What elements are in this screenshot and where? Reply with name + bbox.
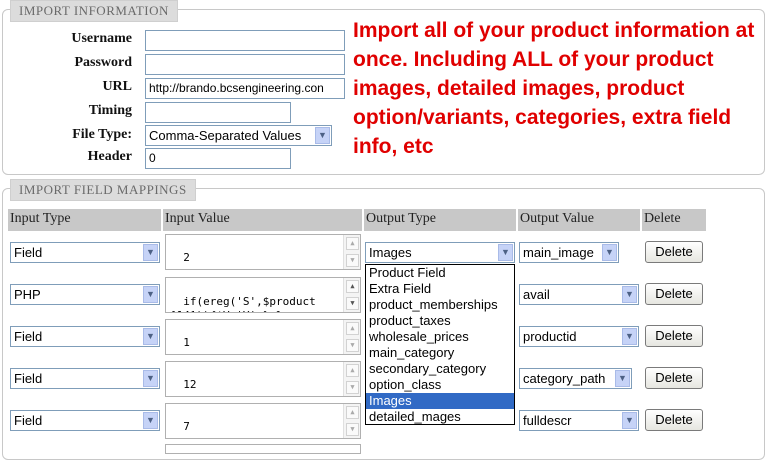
username-label: Username	[71, 31, 132, 46]
output-value-value: avail	[523, 287, 550, 302]
input-type-value: Field	[14, 245, 43, 260]
dropdown-option[interactable]: option_class	[366, 377, 514, 393]
input-value-text: 12	[183, 378, 197, 391]
input-type-value: Field	[14, 329, 43, 344]
scrollbar[interactable]: ▲ ▼	[343, 278, 360, 312]
password-label: Password	[74, 55, 132, 70]
chevron-down-icon: ▼	[143, 286, 158, 303]
dropdown-option[interactable]: main_category	[366, 345, 514, 361]
chevron-down-icon: ▼	[143, 370, 158, 387]
output-value-select[interactable]: main_image ▼	[519, 242, 619, 263]
delete-button[interactable]: Delete	[645, 241, 703, 263]
dropdown-option[interactable]: product_taxes	[366, 313, 514, 329]
file-type-select[interactable]: Comma-Separated Values ▼	[145, 125, 332, 146]
url-field[interactable]: http://brando.bcsengineering.con	[145, 78, 345, 99]
dropdown-option[interactable]: secondary_category	[366, 361, 514, 377]
import-information-legend: IMPORT INFORMATION	[10, 0, 178, 22]
chevron-down-icon: ▼	[143, 328, 158, 345]
file-type-value: Comma-Separated Values	[149, 128, 302, 143]
input-value-textarea[interactable]: 2 ▲ ▼	[165, 234, 361, 270]
chevron-down-icon: ▼	[498, 244, 513, 261]
output-value-value: productid	[523, 329, 577, 344]
input-value-textarea[interactable]	[165, 444, 361, 454]
scroll-down-icon[interactable]: ▼	[346, 297, 359, 310]
output-value-select[interactable]: avail ▼	[519, 284, 639, 305]
scroll-down-icon[interactable]: ▼	[346, 381, 359, 394]
output-value-select[interactable]: fulldescr ▼	[519, 410, 639, 431]
header-output-type: Output Type	[364, 209, 516, 231]
timing-label: Timing	[88, 103, 132, 118]
input-value-textarea[interactable]: 12 ▲ ▼	[165, 361, 361, 397]
dropdown-option[interactable]: product_memberships	[366, 297, 514, 313]
scroll-down-icon[interactable]: ▼	[346, 339, 359, 352]
input-type-value: Field	[14, 371, 43, 386]
input-value-textarea[interactable]: 1 ▲ ▼	[165, 319, 361, 355]
scroll-up-icon[interactable]: ▲	[346, 237, 359, 250]
scrollbar[interactable]: ▲ ▼	[343, 320, 360, 354]
chevron-down-icon: ▼	[615, 370, 630, 387]
scroll-up-icon[interactable]: ▲	[346, 364, 359, 377]
delete-button[interactable]: Delete	[645, 325, 703, 347]
delete-button[interactable]: Delete	[645, 283, 703, 305]
input-type-value: PHP	[14, 287, 41, 302]
output-value-select[interactable]: category_path ▼	[519, 368, 632, 389]
header-label: Header	[87, 149, 132, 164]
scrollbar[interactable]: ▲ ▼	[343, 235, 360, 269]
promo-text: Import all of your product information a…	[353, 19, 755, 158]
header-field[interactable]: 0	[145, 148, 291, 169]
file-type-label: File Type:	[72, 127, 132, 142]
dropdown-option[interactable]: wholesale_prices	[366, 329, 514, 345]
output-type-select[interactable]: Images ▼	[365, 242, 515, 263]
chevron-down-icon: ▼	[315, 127, 330, 144]
input-value-textarea[interactable]: 7 ▲ ▼	[165, 403, 361, 439]
header-output-value: Output Value	[518, 209, 640, 231]
chevron-down-icon: ▼	[143, 244, 158, 261]
input-value-text: 7	[183, 420, 190, 433]
timing-field[interactable]	[145, 102, 291, 123]
chevron-down-icon: ▼	[602, 244, 617, 261]
output-type-dropdown-list[interactable]: Product Field Extra Field product_member…	[365, 264, 515, 425]
input-type-select[interactable]: PHP ▼	[10, 284, 160, 305]
output-value-select[interactable]: productid ▼	[519, 326, 639, 347]
password-field[interactable]	[145, 54, 345, 75]
input-value-text: 1	[183, 336, 190, 349]
scroll-down-icon[interactable]: ▼	[346, 423, 359, 436]
input-type-value: Field	[14, 413, 43, 428]
dropdown-option[interactable]: detailed_mages	[366, 409, 514, 425]
header-delete: Delete	[642, 209, 706, 231]
output-type-value: Images	[369, 245, 412, 260]
chevron-down-icon: ▼	[622, 328, 637, 345]
delete-button[interactable]: Delete	[645, 409, 703, 431]
input-type-select[interactable]: Field ▼	[10, 368, 160, 389]
scrollbar[interactable]: ▲ ▼	[343, 404, 360, 438]
scroll-up-icon[interactable]: ▲	[346, 322, 359, 335]
username-field[interactable]	[145, 30, 345, 51]
chevron-down-icon: ▼	[622, 286, 637, 303]
input-value-text: if(ereg('S',$product [14])){$V='Y';}else	[170, 295, 316, 312]
chevron-down-icon: ▼	[143, 412, 158, 429]
import-field-mappings-legend: IMPORT FIELD MAPPINGS	[10, 179, 196, 201]
chevron-down-icon: ▼	[622, 412, 637, 429]
scrollbar[interactable]: ▲ ▼	[343, 362, 360, 396]
output-value-value: main_image	[523, 245, 594, 260]
input-type-select[interactable]: Field ▼	[10, 410, 160, 431]
scroll-down-icon[interactable]: ▼	[346, 254, 359, 267]
output-value-value: fulldescr	[523, 413, 572, 428]
header-input-type: Input Type	[8, 209, 161, 231]
dropdown-option[interactable]: Extra Field	[366, 281, 514, 297]
input-type-select[interactable]: Field ▼	[10, 242, 160, 263]
url-label: URL	[102, 79, 132, 94]
delete-button[interactable]: Delete	[645, 367, 703, 389]
output-value-value: category_path	[523, 371, 606, 386]
scroll-up-icon[interactable]: ▲	[346, 280, 359, 293]
dropdown-option-selected[interactable]: Images	[366, 393, 514, 409]
header-input-value: Input Value	[163, 209, 362, 231]
scroll-up-icon[interactable]: ▲	[346, 406, 359, 419]
dropdown-option[interactable]: Product Field	[366, 265, 514, 281]
input-value-textarea[interactable]: if(ereg('S',$product [14])){$V='Y';}else…	[165, 277, 361, 313]
input-type-select[interactable]: Field ▼	[10, 326, 160, 347]
input-value-text: 2	[183, 251, 190, 264]
